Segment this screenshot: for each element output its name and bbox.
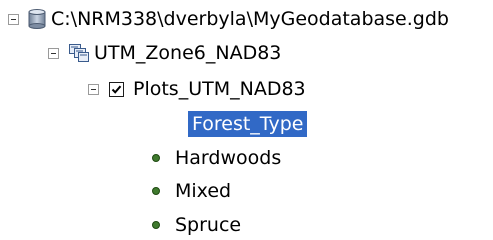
geodatabase-label: C:\NRM338\dverbyla\MyGeodatabase.gdb <box>51 8 449 30</box>
point-symbol-icon <box>152 154 160 162</box>
legend-class-item[interactable]: Hardwoods <box>152 145 281 171</box>
legend-class-item[interactable]: Mixed <box>152 178 231 204</box>
tree-node-dataset[interactable]: UTM_Zone6_NAD83 <box>48 40 281 66</box>
collapse-toggle[interactable] <box>8 13 19 25</box>
point-symbol-icon <box>152 221 160 229</box>
tree-node-geodatabase[interactable]: C:\NRM338\dverbyla\MyGeodatabase.gdb <box>8 6 449 32</box>
field-label: Forest_Type <box>188 111 308 137</box>
tree-node-layer[interactable]: Plots_UTM_NAD83 <box>88 76 306 102</box>
database-icon <box>28 9 46 29</box>
layer-visibility-checkbox[interactable] <box>109 81 124 97</box>
dataset-label: UTM_Zone6_NAD83 <box>94 42 282 64</box>
symbology-field-heading[interactable]: Forest_Type <box>188 111 308 137</box>
collapse-toggle[interactable] <box>48 47 59 59</box>
collapse-toggle[interactable] <box>88 83 99 95</box>
layer-label: Plots_UTM_NAD83 <box>133 78 306 100</box>
checkmark-icon <box>111 85 122 94</box>
class-label: Hardwoods <box>175 147 282 169</box>
feature-dataset-icon <box>68 43 90 63</box>
class-label: Spruce <box>175 214 242 236</box>
point-symbol-icon <box>152 187 160 195</box>
class-label: Mixed <box>175 180 232 202</box>
legend-class-item[interactable]: Spruce <box>152 212 241 238</box>
